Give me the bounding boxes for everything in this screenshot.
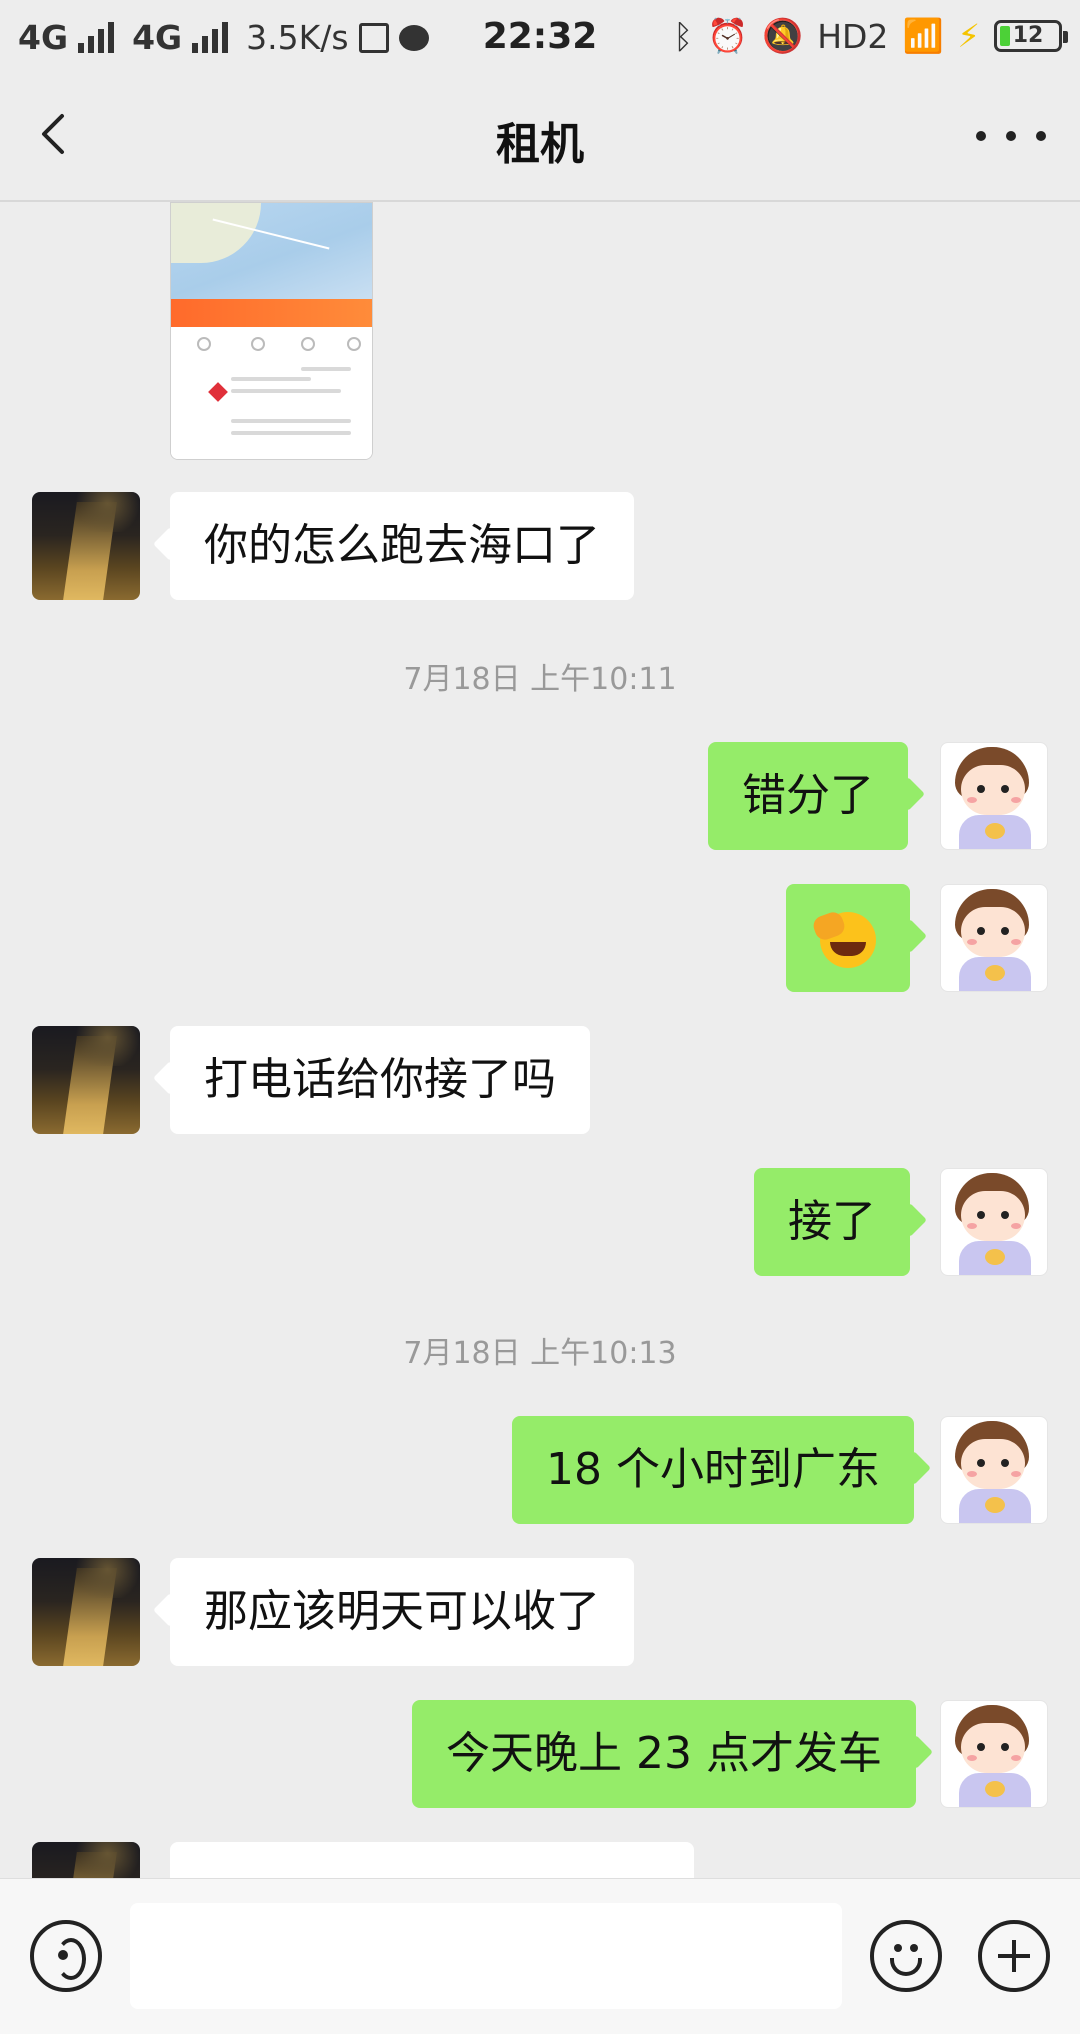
message-timestamp: 7月18日 上午10:13 — [403, 1336, 677, 1371]
my-avatar[interactable] — [940, 884, 1048, 992]
map-preview — [171, 203, 372, 299]
input-bar — [0, 1878, 1080, 2034]
message-bubble-outgoing[interactable]: 接了 — [754, 1168, 910, 1276]
message-bubble-outgoing[interactable]: 错分了 — [708, 742, 908, 850]
message-bubble-outgoing-emoji[interactable] — [786, 884, 910, 992]
emoji-picker-icon[interactable] — [870, 1920, 942, 1992]
charging-icon: ⚡ — [957, 17, 980, 55]
hd-label: HD2 — [817, 16, 889, 56]
message-bubble-incoming[interactable]: 打电话给你接了吗 — [170, 1026, 590, 1134]
message-bubble-incoming[interactable]: 你的怎么跑去海口了 — [170, 492, 634, 600]
contact-avatar[interactable] — [32, 1842, 140, 1878]
promo-banner — [171, 299, 372, 327]
shared-image-thumbnail[interactable] — [170, 202, 373, 460]
wifi-icon: 📶 — [902, 16, 944, 55]
more-functions-plus-icon[interactable] — [978, 1920, 1050, 1992]
message-timestamp: 7月18日 上午10:11 — [403, 662, 677, 697]
alarm-icon: ⏰ — [707, 16, 749, 55]
status-bar: 4G 4G 3.5K/s 22:32 ᛒ ⏰ 🔕 HD2 📶 ⚡ 12 — [0, 0, 1080, 74]
message-bubble-outgoing[interactable]: 18 个小时到广东 — [512, 1416, 914, 1524]
mute-bell-icon: 🔕 — [762, 16, 804, 55]
chat-header: 租机 — [0, 74, 1080, 202]
tracking-details — [171, 327, 372, 459]
message-list[interactable]: 你的怎么跑去海口了 7月18日 上午10:11 错分了 打电话给你接了吗 接了 … — [0, 202, 1080, 1878]
message-bubble-incoming-partial[interactable] — [170, 1842, 694, 1878]
my-avatar[interactable] — [940, 1416, 1048, 1524]
contact-avatar[interactable] — [32, 492, 140, 600]
contact-avatar[interactable] — [32, 1558, 140, 1666]
status-right: ᛒ ⏰ 🔕 HD2 📶 ⚡ 12 — [673, 16, 1068, 56]
chat-title: 租机 — [496, 119, 584, 170]
my-avatar[interactable] — [940, 742, 1048, 850]
voice-input-icon[interactable] — [30, 1920, 102, 1992]
my-avatar[interactable] — [940, 1168, 1048, 1276]
face-palm-emoji-icon — [820, 912, 876, 968]
more-options-icon[interactable] — [976, 106, 1046, 166]
battery-level: 12 — [1012, 23, 1044, 48]
my-avatar[interactable] — [940, 1700, 1048, 1808]
battery-icon: 12 — [994, 20, 1068, 52]
message-bubble-outgoing[interactable]: 今天晚上 23 点才发车 — [412, 1700, 916, 1808]
message-bubble-incoming[interactable]: 那应该明天可以收了 — [170, 1558, 634, 1666]
contact-avatar[interactable] — [32, 1026, 140, 1134]
bluetooth-icon: ᛒ — [673, 16, 694, 56]
message-input[interactable] — [130, 1903, 842, 2009]
